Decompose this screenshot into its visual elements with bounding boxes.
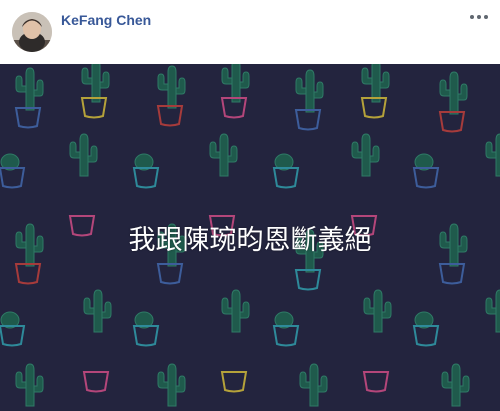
post-text: 我跟陳琬昀恩斷義絕 bbox=[128, 225, 372, 256]
post-card: KeFang Chen 我跟陳琬昀恩斷義絕 bbox=[0, 0, 500, 411]
more-options-icon[interactable] bbox=[468, 8, 490, 26]
post-header: KeFang Chen bbox=[0, 0, 500, 64]
author-avatar[interactable] bbox=[12, 12, 52, 52]
author-name[interactable]: KeFang Chen bbox=[61, 12, 151, 28]
avatar-image bbox=[12, 12, 52, 52]
